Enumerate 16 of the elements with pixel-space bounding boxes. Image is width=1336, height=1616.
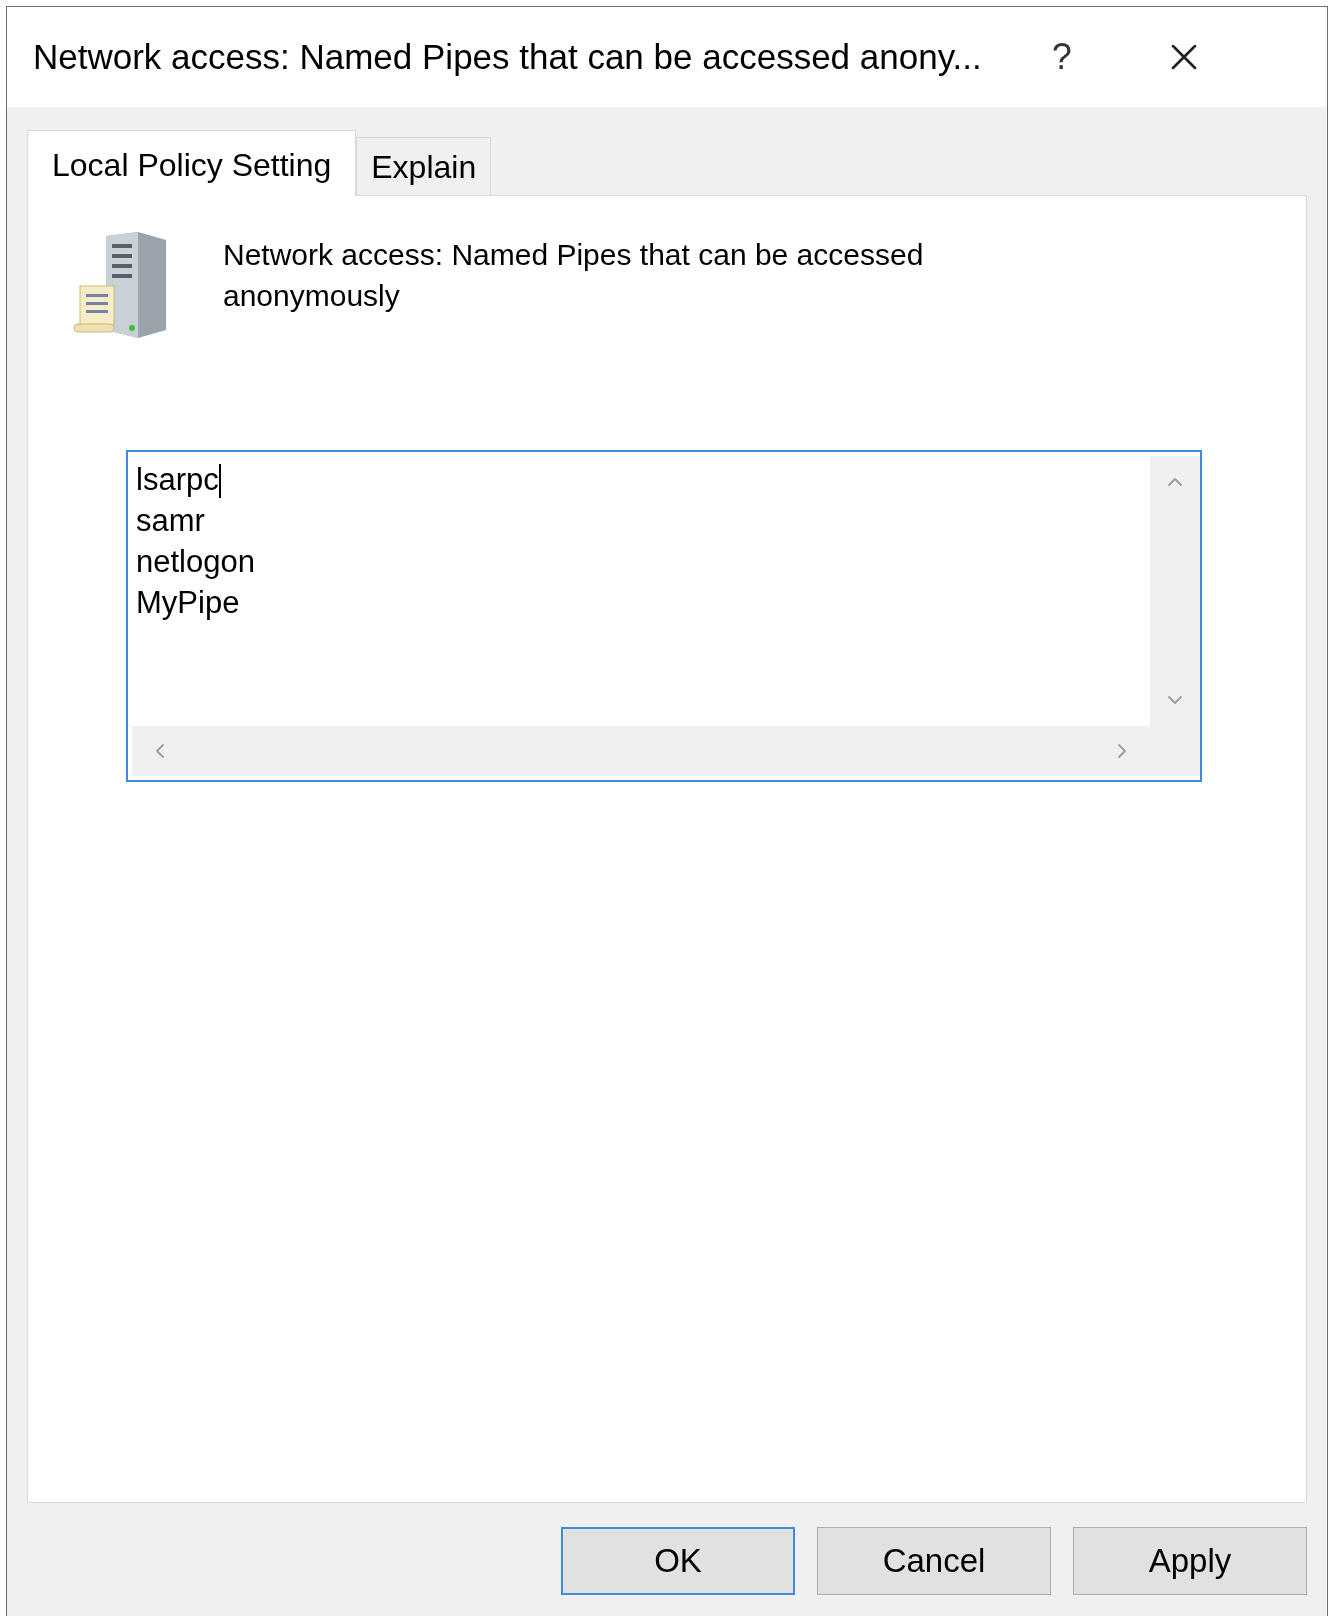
text-line: netlogon <box>136 543 255 582</box>
horizontal-scrollbar[interactable] <box>132 726 1150 776</box>
text-caret <box>218 463 221 498</box>
dialog-button[interactable]: Apply <box>1073 1527 1307 1595</box>
vertical-scrollbar[interactable] <box>1150 456 1200 726</box>
window-title: Network access: Named Pipes that can be accessed anony... <box>33 35 982 78</box>
tab[interactable]: Local Policy Setting <box>27 130 357 196</box>
dialog-button[interactable]: OK <box>561 1527 795 1595</box>
text-line: samr <box>136 502 205 541</box>
text-line: MyPipe <box>136 584 240 623</box>
text-area[interactable]: lsarpc samr netlogon MyPipe <box>126 450 1202 782</box>
tab[interactable]: Explain <box>356 137 492 195</box>
dialog-button[interactable]: Cancel <box>817 1527 1051 1595</box>
help-button[interactable]: ? <box>1041 30 1082 84</box>
policy-title: Network access: Named Pipes that can be accessed anonymously <box>223 237 925 314</box>
text-line: lsarpc <box>136 461 219 500</box>
